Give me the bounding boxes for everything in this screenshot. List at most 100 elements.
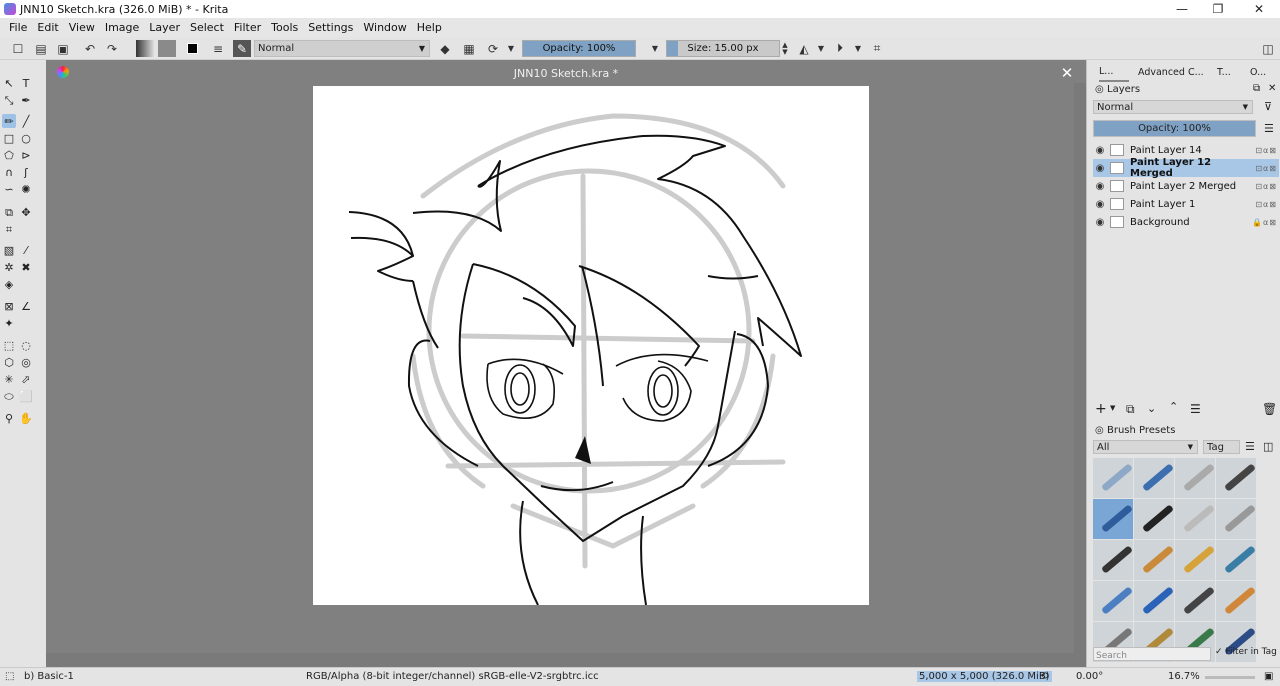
- open-document-icon[interactable]: ▤: [33, 40, 49, 57]
- eye-icon[interactable]: ◉: [1093, 199, 1107, 210]
- text-tool-icon[interactable]: T: [19, 76, 33, 90]
- close-document-icon[interactable]: ✕: [1060, 66, 1074, 81]
- filter-in-tag-checkbox[interactable]: ✓ Filter in Tag: [1215, 647, 1277, 657]
- view-list-icon[interactable]: ☰: [1245, 440, 1255, 453]
- brush-preset-pencil-yellow[interactable]: [1175, 540, 1215, 580]
- multibrush-icon[interactable]: ✺: [19, 182, 33, 196]
- crop-tool-icon[interactable]: ⌗: [2, 222, 16, 236]
- eraser-mode-icon[interactable]: ◆: [437, 40, 453, 57]
- drawing-canvas[interactable]: [313, 86, 869, 606]
- layer-options-icon[interactable]: ☰: [1264, 122, 1274, 135]
- layer-flags-icon[interactable]: ⊡α⊠: [1255, 164, 1277, 173]
- freehand-select-icon[interactable]: ◎: [19, 355, 33, 369]
- menu-edit[interactable]: Edit: [37, 21, 58, 34]
- fill-tool-icon[interactable]: ◈: [2, 277, 16, 291]
- brush-preset-texture-blue[interactable]: [1093, 581, 1133, 621]
- edit-shapes-icon[interactable]: ⤡: [2, 93, 16, 107]
- brush-preset-airbrush[interactable]: [1216, 458, 1256, 498]
- undo-icon[interactable]: ↶: [82, 40, 98, 57]
- rotation-icon[interactable]: ⟲: [1040, 671, 1048, 682]
- select-shapes-icon[interactable]: ↖: [2, 76, 16, 90]
- magnetic-select-icon[interactable]: ⬜: [19, 389, 33, 403]
- brush-preset-basic-1[interactable]: [1093, 499, 1133, 539]
- brush-preset-ink-black[interactable]: [1134, 499, 1174, 539]
- move-tool-icon[interactable]: ✥: [19, 205, 33, 219]
- layer-properties-icon[interactable]: ☰: [1190, 402, 1201, 416]
- ellipse-tool-icon[interactable]: ○: [19, 131, 33, 145]
- brush-preset-liner-blue[interactable]: [1134, 581, 1174, 621]
- chevron-down-icon[interactable]: ▼: [650, 40, 660, 57]
- close-docker-icon[interactable]: ✕: [1268, 83, 1276, 94]
- eye-icon[interactable]: ◉: [1093, 217, 1107, 228]
- document-tab[interactable]: JNN10 Sketch.kra *: [514, 67, 618, 80]
- brush-preset-pen-orange[interactable]: [1216, 581, 1256, 621]
- redo-icon[interactable]: ↷: [104, 40, 120, 57]
- menu-view[interactable]: View: [69, 21, 95, 34]
- measure-tool-icon[interactable]: ∠: [19, 299, 33, 313]
- vertical-scrollbar[interactable]: [1074, 83, 1086, 653]
- transform-tool-icon[interactable]: ⧉: [2, 205, 16, 219]
- menu-select[interactable]: Select: [190, 21, 224, 34]
- move-layer-up-icon[interactable]: ⌃: [1169, 400, 1178, 413]
- brush-preset-icon[interactable]: ✎: [233, 40, 251, 57]
- view-grid-icon[interactable]: ◫: [1263, 440, 1273, 453]
- brush-settings-icon[interactable]: ≡: [210, 40, 226, 57]
- brush-preset-liner-dark[interactable]: [1175, 581, 1215, 621]
- layer-row[interactable]: ◉ Paint Layer 12 Merged ⊡α⊠: [1093, 157, 1279, 179]
- chevron-down-icon[interactable]: ▼: [816, 40, 826, 57]
- brush-preset-pencil-teal[interactable]: [1216, 540, 1256, 580]
- brush-preset-pencil-blue[interactable]: [1134, 458, 1174, 498]
- similar-select-icon[interactable]: ⬀: [19, 372, 33, 386]
- pan-tool-icon[interactable]: ✋: [19, 411, 33, 425]
- brush-search-input[interactable]: Search: [1093, 647, 1211, 661]
- blend-mode-select[interactable]: Normal ▼: [254, 40, 430, 57]
- maximize-button[interactable]: ❐: [1200, 0, 1236, 18]
- layer-flags-icon[interactable]: ⊡α⊠: [1255, 146, 1277, 155]
- canvas-only-icon[interactable]: ◫: [1260, 40, 1276, 57]
- reload-preset-icon[interactable]: ⟳: [484, 40, 502, 57]
- menu-settings[interactable]: Settings: [308, 21, 353, 34]
- docker-tab-tool-options[interactable]: T...: [1217, 62, 1237, 82]
- rect-select-icon[interactable]: ⬚: [2, 338, 16, 352]
- dynamic-brush-icon[interactable]: ∽: [2, 182, 16, 196]
- line-tool-icon[interactable]: ╱: [19, 114, 33, 128]
- layer-row[interactable]: ◉ Background 🔒α⊠: [1093, 213, 1279, 231]
- move-layer-down-icon[interactable]: ⌄: [1147, 402, 1156, 415]
- pattern-swatch-icon[interactable]: [158, 40, 176, 57]
- reference-tool-icon[interactable]: ✦: [2, 316, 16, 330]
- menu-image[interactable]: Image: [105, 21, 139, 34]
- lock-icon[interactable]: 🔒α⊠: [1252, 218, 1277, 227]
- float-docker-icon[interactable]: ⧉: [1253, 83, 1260, 94]
- save-document-icon[interactable]: ▣: [55, 40, 71, 57]
- ellipse-select-icon[interactable]: ◌: [19, 338, 33, 352]
- add-layer-icon[interactable]: +: [1095, 401, 1107, 417]
- brush-preset-pencil-orange[interactable]: [1134, 540, 1174, 580]
- bezier-tool-icon[interactable]: ∩: [2, 165, 16, 179]
- freehand-path-icon[interactable]: ʃ: [19, 165, 33, 179]
- mirror-horizontal-icon[interactable]: ◭: [796, 40, 812, 57]
- rectangle-tool-icon[interactable]: □: [2, 131, 16, 145]
- layer-blend-mode-select[interactable]: Normal ▼: [1093, 100, 1253, 114]
- docker-tab-overview[interactable]: O...: [1250, 62, 1274, 82]
- eye-icon[interactable]: ◉: [1093, 145, 1107, 156]
- gradient-tool-icon[interactable]: ▧: [2, 243, 16, 257]
- new-document-icon[interactable]: ☐: [10, 40, 26, 57]
- foreground-background-color-icon[interactable]: [183, 40, 201, 57]
- layer-row[interactable]: ◉ Paint Layer 1 ⊡α⊠: [1093, 195, 1279, 213]
- chevron-down-icon[interactable]: ▼: [506, 40, 516, 57]
- menu-filter[interactable]: Filter: [234, 21, 261, 34]
- gradient-swatch-icon[interactable]: [136, 40, 154, 57]
- layer-flags-icon[interactable]: ⊡α⊠: [1255, 182, 1277, 191]
- size-slider[interactable]: Size: 15.00 px: [666, 40, 780, 57]
- brush-preset-blender[interactable]: [1175, 499, 1215, 539]
- eye-icon[interactable]: ◉: [1093, 181, 1107, 192]
- colorize-mask-icon[interactable]: ✲: [2, 260, 16, 274]
- polygon-select-icon[interactable]: ⬡: [2, 355, 16, 369]
- wrap-around-icon[interactable]: ⌗: [869, 40, 885, 57]
- status-zoom[interactable]: 16.7%: [1168, 671, 1200, 682]
- delete-layer-icon[interactable]: 🗑: [1262, 402, 1277, 416]
- menu-file[interactable]: File: [9, 21, 27, 34]
- chevron-down-icon[interactable]: ▼: [853, 40, 863, 57]
- filter-icon[interactable]: ⊽: [1264, 100, 1272, 113]
- brush-preset-marker[interactable]: [1093, 540, 1133, 580]
